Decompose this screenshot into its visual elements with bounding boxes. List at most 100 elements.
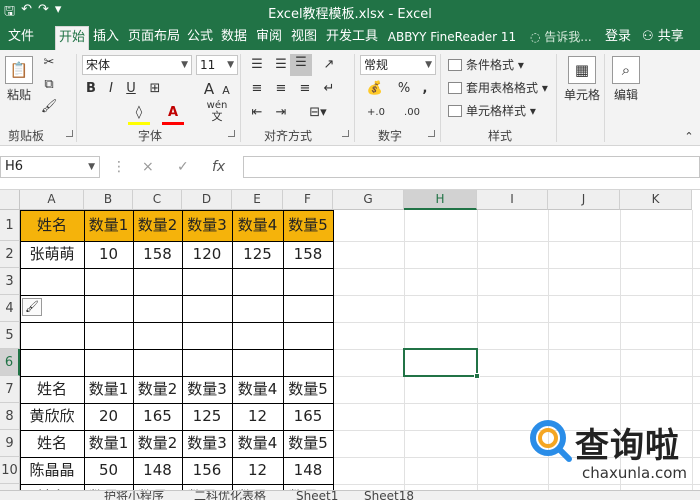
table-cell[interactable]: 数量5	[283, 376, 333, 403]
tab-view[interactable]: 视图	[289, 26, 319, 50]
table-cell[interactable]: 数量4	[232, 430, 283, 457]
paste-options-icon[interactable]: 🖌	[22, 298, 42, 316]
row-header-7[interactable]: 7	[0, 376, 20, 403]
number-launcher-icon[interactable]	[428, 130, 435, 137]
sheet-tab[interactable]: Sheet18	[364, 491, 414, 500]
tab-abbyy[interactable]: ABBYY FineReader 11	[385, 26, 519, 50]
alignment-launcher-icon[interactable]	[342, 130, 349, 137]
table-cell[interactable]: 158	[133, 241, 182, 268]
row-header-9[interactable]: 9	[0, 430, 20, 457]
column-header-h[interactable]: H	[404, 190, 477, 210]
row-header-3[interactable]: 3	[0, 268, 20, 295]
font-launcher-icon[interactable]	[228, 130, 235, 137]
wrap-text-icon[interactable]: ↵	[320, 80, 338, 98]
underline-button[interactable]: U	[124, 80, 138, 98]
cut-icon[interactable]: ✂	[40, 54, 58, 72]
table-cell[interactable]: 数量3	[182, 376, 232, 403]
table-cell[interactable]: 148	[133, 457, 182, 484]
paste-button[interactable]: 📋 粘贴	[4, 56, 34, 103]
table-cell[interactable]: 156	[182, 457, 232, 484]
increase-indent-icon[interactable]: ⇥	[272, 104, 290, 122]
sheet-tab[interactable]: 二科优化表格	[194, 491, 266, 500]
table-cell[interactable]: 165	[133, 403, 182, 430]
conditional-format-button[interactable]: 条件格式 ▾	[448, 56, 524, 73]
align-bottom-icon[interactable]: ☰	[290, 54, 312, 76]
row-header-1[interactable]: 1	[0, 210, 20, 241]
tab-data[interactable]: 数据	[219, 26, 249, 50]
clipboard-launcher-icon[interactable]	[66, 130, 73, 137]
table-cell[interactable]: 12	[232, 403, 283, 430]
enter-icon[interactable]: ✓	[177, 159, 189, 175]
selected-cell[interactable]	[403, 348, 480, 379]
column-header-a[interactable]: A	[20, 190, 84, 210]
table-cell[interactable]: 158	[283, 241, 333, 268]
fill-color-icon[interactable]: ◊	[128, 104, 150, 125]
phonetic-icon[interactable]: wén 文	[204, 100, 230, 122]
bold-button[interactable]: B	[84, 80, 98, 98]
table-cell[interactable]: 姓名	[20, 210, 84, 241]
table-cell[interactable]: 数量1	[84, 376, 133, 403]
decrease-decimal-icon[interactable]: .00	[398, 104, 426, 122]
table-cell[interactable]: 148	[283, 457, 333, 484]
decrease-font-button[interactable]: A	[220, 82, 232, 100]
decrease-indent-icon[interactable]: ⇤	[248, 104, 266, 122]
table-cell[interactable]: 12	[232, 457, 283, 484]
tab-page-layout[interactable]: 页面布局	[126, 26, 182, 50]
column-header-i[interactable]: I	[477, 190, 548, 210]
table-cell[interactable]: 10	[84, 241, 133, 268]
copy-icon[interactable]: ⧉	[40, 76, 58, 94]
table-cell[interactable]: 数量2	[133, 376, 182, 403]
sheet-tab[interactable]: Sheet1	[296, 491, 338, 500]
format-as-table-button[interactable]: 套用表格格式 ▾	[448, 79, 548, 96]
column-header-f[interactable]: F	[283, 190, 333, 210]
table-cell[interactable]: 数量2	[133, 430, 182, 457]
row-header-2[interactable]: 2	[0, 241, 20, 268]
tell-me-search[interactable]: ◌ 告诉我...	[530, 26, 592, 48]
currency-icon[interactable]: 💰	[362, 80, 388, 98]
borders-icon[interactable]: ⊞	[148, 80, 162, 98]
table-cell[interactable]: 165	[283, 403, 333, 430]
italic-button[interactable]: I	[104, 80, 118, 98]
column-header-j[interactable]: J	[548, 190, 620, 210]
fx-icon[interactable]: fx	[212, 159, 225, 175]
format-painter-icon[interactable]: 🖌	[40, 98, 58, 116]
font-size-select[interactable]: 11 ▼	[196, 55, 238, 75]
row-header-4[interactable]: 4	[0, 295, 20, 322]
tab-home[interactable]: 开始	[55, 26, 89, 50]
select-all-corner[interactable]	[0, 190, 20, 210]
table-cell[interactable]: 姓名	[20, 430, 84, 457]
fill-handle[interactable]	[474, 373, 480, 379]
cancel-icon[interactable]: ×	[142, 159, 154, 175]
tab-review[interactable]: 审阅	[254, 26, 284, 50]
table-cell[interactable]: 姓名	[20, 376, 84, 403]
column-header-d[interactable]: D	[182, 190, 232, 210]
percent-button[interactable]: %	[396, 80, 412, 98]
table-cell[interactable]: 50	[84, 457, 133, 484]
align-middle-icon[interactable]: ☰	[272, 56, 290, 74]
table-cell[interactable]: 数量3	[182, 430, 232, 457]
align-right-icon[interactable]: ≡	[296, 80, 314, 98]
row-header-6[interactable]: 6	[0, 349, 20, 376]
comma-button[interactable]: ,	[418, 80, 432, 98]
sign-in-link[interactable]: 登录	[605, 26, 631, 48]
tab-formulas[interactable]: 公式	[186, 26, 214, 50]
column-header-b[interactable]: B	[84, 190, 133, 210]
table-cell[interactable]: 数量5	[283, 430, 333, 457]
cell-styles-button[interactable]: 单元格样式 ▾	[448, 102, 536, 119]
table-cell[interactable]: 张萌萌	[20, 241, 84, 268]
row-header-10[interactable]: 10	[0, 457, 20, 484]
table-cell[interactable]: 数量1	[84, 210, 133, 241]
orientation-icon[interactable]: ↗	[318, 56, 340, 74]
table-cell[interactable]: 数量2	[133, 210, 182, 241]
table-cell[interactable]: 20	[84, 403, 133, 430]
name-box[interactable]: H6 ▼	[0, 156, 100, 178]
table-cell[interactable]: 数量1	[84, 430, 133, 457]
table-cell[interactable]: 120	[182, 241, 232, 268]
tab-insert[interactable]: 插入	[91, 26, 121, 50]
table-cell[interactable]: 数量4	[232, 210, 283, 241]
align-center-icon[interactable]: ≡	[272, 80, 290, 98]
increase-font-button[interactable]: A	[202, 80, 216, 98]
cells-button[interactable]: ▦ 单元格	[562, 56, 602, 103]
align-left-icon[interactable]: ≡	[248, 80, 266, 98]
table-cell[interactable]: 数量5	[283, 210, 333, 241]
